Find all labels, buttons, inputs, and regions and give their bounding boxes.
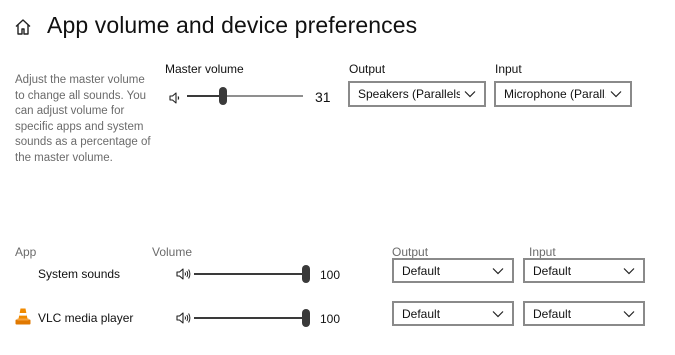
app-input-dropdown[interactable]: Default	[523, 258, 645, 283]
app-row-system-sounds: System sounds 100 Default Default	[0, 258, 675, 288]
volume-column-header: Volume	[152, 245, 193, 259]
app-input-dropdown[interactable]: Default	[523, 301, 645, 326]
chevron-down-icon	[623, 267, 635, 274]
master-volume-slider-fill	[187, 95, 223, 97]
speaker-low-icon[interactable]	[167, 90, 183, 106]
speaker-high-icon[interactable]	[175, 310, 191, 326]
chevron-down-icon	[492, 310, 504, 317]
chevron-down-icon	[623, 310, 635, 317]
app-output-value: Default	[402, 263, 441, 278]
chevron-down-icon	[492, 267, 504, 274]
master-volume-label: Master volume	[165, 62, 244, 76]
app-name: VLC media player	[38, 311, 134, 325]
vlc-cone-icon	[15, 308, 31, 325]
output-device-dropdown[interactable]: Speakers (Parallels...	[348, 81, 486, 107]
app-volume-value: 100	[320, 312, 341, 326]
home-icon[interactable]	[14, 18, 32, 36]
master-volume-slider-track	[223, 95, 303, 97]
input-device-dropdown[interactable]: Microphone (Parall...	[494, 81, 632, 107]
app-output-dropdown[interactable]: Default	[392, 258, 514, 283]
app-volume-value: 100	[320, 268, 341, 282]
page-title: App volume and device preferences	[47, 12, 418, 38]
app-row-vlc-media-player: VLC media player 100 Default Default	[0, 301, 675, 331]
app-name: System sounds	[38, 267, 121, 281]
app-volume-slider-fill	[194, 317, 310, 319]
chevron-down-icon	[610, 91, 622, 98]
master-volume-description: Adjust the master volume to change all s…	[15, 74, 151, 164]
output-label: Output	[349, 62, 386, 76]
app-output-dropdown[interactable]: Default	[392, 301, 514, 326]
master-volume-slider-thumb[interactable]	[219, 87, 227, 105]
app-input-value: Default	[533, 263, 572, 278]
input-label: Input	[495, 62, 522, 76]
app-volume-slider[interactable]	[194, 308, 310, 328]
output-device-value: Speakers (Parallels...	[358, 87, 460, 101]
app-volume-slider-thumb[interactable]	[302, 309, 310, 327]
master-volume-slider[interactable]	[187, 86, 303, 106]
speaker-high-icon[interactable]	[175, 266, 191, 282]
app-volume-slider[interactable]	[194, 264, 310, 284]
app-input-value: Default	[533, 306, 572, 321]
app-volume-slider-thumb[interactable]	[302, 265, 310, 283]
app-column-header: App	[15, 245, 37, 259]
input-column-header: Input	[529, 245, 556, 259]
master-volume-value: 31	[315, 89, 331, 105]
app-output-value: Default	[402, 306, 441, 321]
app-volume-slider-fill	[194, 273, 310, 275]
chevron-down-icon	[464, 91, 476, 98]
input-device-value: Microphone (Parall...	[504, 87, 606, 101]
output-column-header: Output	[392, 245, 429, 259]
